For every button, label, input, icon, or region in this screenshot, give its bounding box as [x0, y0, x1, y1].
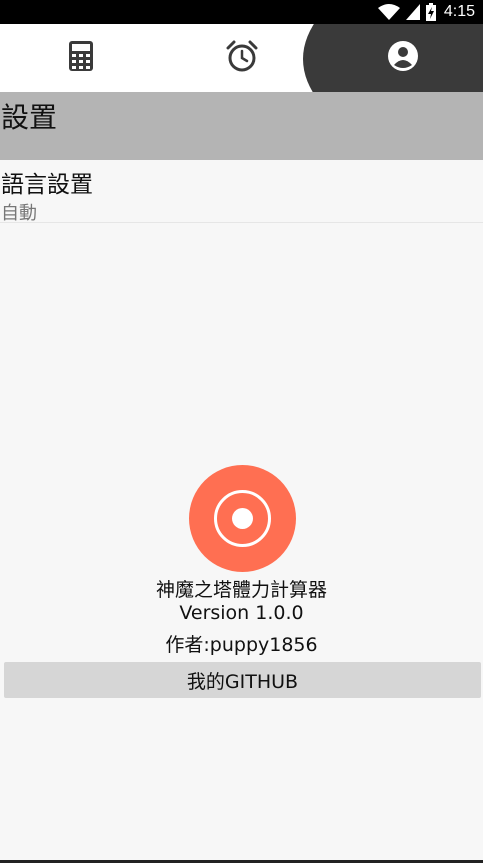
- github-button[interactable]: 我的GITHUB: [4, 662, 481, 698]
- account-circle-icon: [387, 41, 418, 75]
- tab-alarm[interactable]: [161, 24, 322, 92]
- language-setting-label: 語言設置: [1, 172, 93, 198]
- alarm-clock-icon: [226, 40, 258, 76]
- app-version: Version 1.0.0: [179, 602, 304, 624]
- tab-calculator[interactable]: [0, 24, 161, 92]
- settings-title: 設置: [1, 101, 58, 134]
- tab-profile[interactable]: [322, 24, 483, 92]
- wifi-icon: [377, 4, 400, 20]
- settings-header: 設置: [0, 92, 483, 160]
- app-author: 作者:puppy1856: [165, 634, 318, 656]
- logo-dot: [232, 508, 253, 529]
- language-setting-row[interactable]: 語言設置 自動: [0, 160, 483, 224]
- app-name: 神魔之塔體力計算器: [155, 579, 327, 601]
- status-time: 4:15: [443, 3, 475, 20]
- status-bar: 4:15: [0, 0, 483, 24]
- signal-icon: [405, 4, 420, 20]
- status-icons: 4:15: [377, 2, 475, 22]
- battery-icon: [425, 3, 436, 21]
- app-logo-icon: [189, 465, 296, 572]
- calculator-icon: [68, 41, 93, 75]
- language-setting-value: 自動: [1, 203, 37, 224]
- tab-bar: [0, 24, 483, 92]
